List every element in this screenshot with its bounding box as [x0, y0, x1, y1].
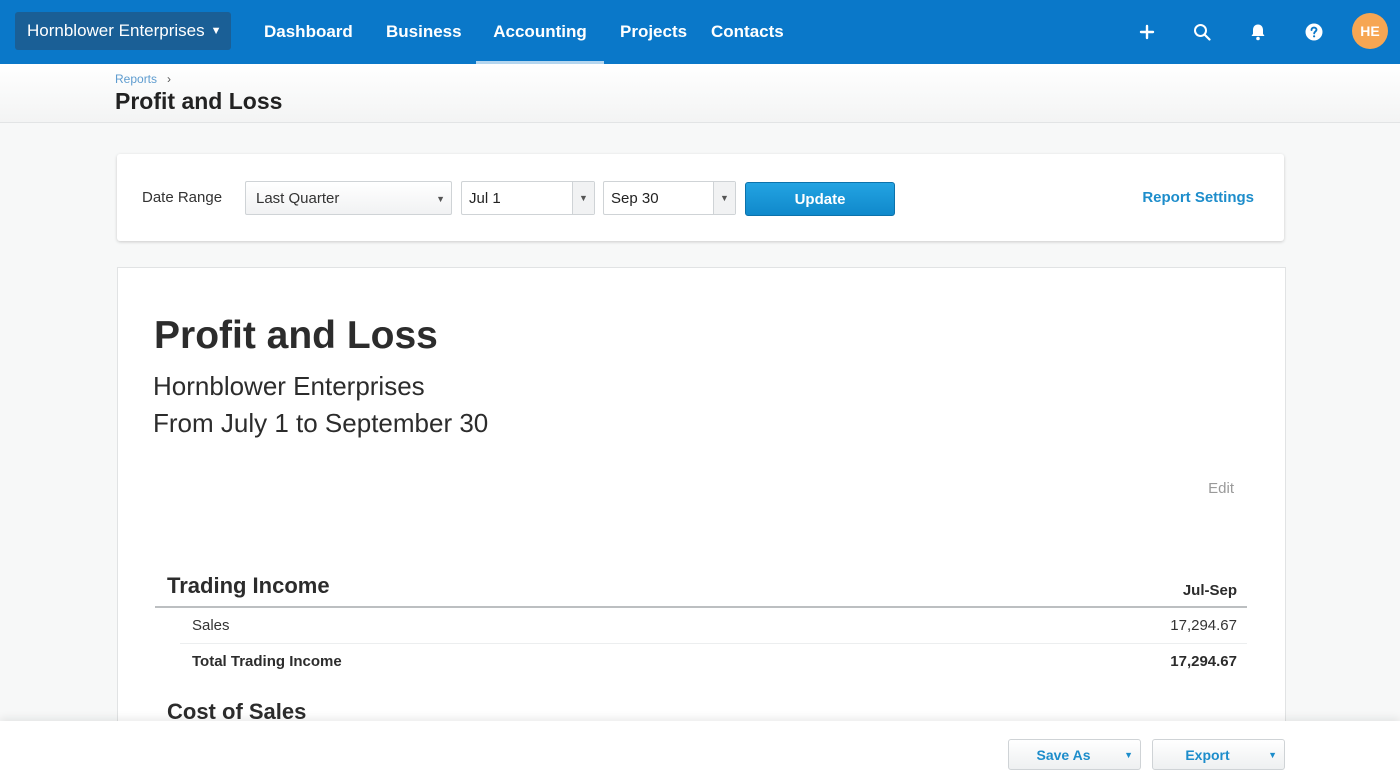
export-label: Export [1185, 746, 1230, 763]
save-as-button[interactable]: Save As ▼ [1008, 739, 1141, 770]
row-label: Sales [192, 617, 230, 634]
breadcrumb-reports-link[interactable]: Reports [115, 72, 157, 86]
nav-item-label: Projects [620, 22, 688, 41]
update-button[interactable]: Update [745, 182, 895, 216]
nav-item-business[interactable]: Business [386, 0, 462, 64]
user-avatar[interactable]: HE [1352, 13, 1388, 49]
breadcrumb: Reports › [115, 72, 171, 86]
row-value[interactable]: 17,294.67 [1170, 617, 1237, 634]
nav-item-label: Dashboard [264, 22, 353, 41]
bell-icon[interactable] [1242, 16, 1274, 48]
date-range-label: Date Range [142, 189, 223, 206]
nav-item-accounting[interactable]: Accounting [476, 0, 604, 64]
nav-item-label: Business [386, 22, 462, 41]
date-range-value: Last Quarter [256, 189, 340, 207]
from-date-value[interactable]: Jul 1 [462, 190, 572, 207]
top-navigation-bar: Hornblower Enterprises ▼ Dashboard Busin… [0, 0, 1400, 64]
caret-down-icon: ▼ [436, 194, 445, 204]
date-range-select[interactable]: Last Quarter ▼ [245, 181, 452, 215]
nav-item-label: Accounting [493, 22, 587, 41]
plus-icon[interactable] [1131, 16, 1163, 48]
to-date-picker-button[interactable]: ▼ [713, 182, 735, 214]
to-date-field[interactable]: Sep 30 ▼ [603, 181, 736, 215]
caret-down-icon[interactable]: ▼ [1268, 750, 1277, 760]
nav-item-label: Contacts [711, 22, 784, 41]
nav-item-contacts[interactable]: Contacts [711, 0, 784, 64]
page-title: Profit and Loss [115, 88, 283, 114]
search-icon[interactable] [1186, 16, 1218, 48]
report-title: Profit and Loss [154, 314, 438, 357]
row-value: 17,294.67 [1170, 652, 1237, 670]
date-range-panel: Date Range Last Quarter ▼ Jul 1 ▼ Sep 30… [117, 154, 1284, 241]
report-row-total-trading-income: Total Trading Income 17,294.67 [180, 643, 1247, 679]
nav-item-dashboard[interactable]: Dashboard [264, 0, 353, 64]
caret-down-icon: ▼ [210, 25, 222, 37]
caret-down-icon[interactable]: ▼ [1124, 750, 1133, 760]
organisation-name: Hornblower Enterprises [27, 21, 205, 40]
section-title-trading-income: Trading Income [167, 573, 330, 598]
to-date-value[interactable]: Sep 30 [604, 190, 713, 207]
edit-report-link[interactable]: Edit [1208, 480, 1234, 497]
from-date-picker-button[interactable]: ▼ [572, 182, 594, 214]
nav-item-projects[interactable]: Projects [620, 0, 687, 64]
breadcrumb-separator: › [167, 72, 172, 86]
organisation-switcher[interactable]: Hornblower Enterprises ▼ [15, 12, 231, 50]
page-header: Reports › Profit and Loss [0, 64, 1400, 123]
report-document: Profit and Loss Hornblower Enterprises F… [117, 267, 1286, 782]
save-as-label: Save As [1036, 746, 1091, 763]
report-organisation: Hornblower Enterprises [153, 371, 425, 401]
export-button[interactable]: Export ▼ [1152, 739, 1285, 770]
row-label: Total Trading Income [192, 652, 342, 670]
from-date-field[interactable]: Jul 1 ▼ [461, 181, 595, 215]
column-header-period: Jul-Sep [1182, 582, 1237, 599]
action-bar: Save As ▼ Export ▼ [0, 721, 1400, 782]
help-icon[interactable] [1298, 16, 1330, 48]
report-settings-link[interactable]: Report Settings [1142, 189, 1254, 206]
report-period: From July 1 to September 30 [153, 408, 489, 438]
report-row-sales[interactable]: Sales 17,294.67 [180, 608, 1247, 644]
